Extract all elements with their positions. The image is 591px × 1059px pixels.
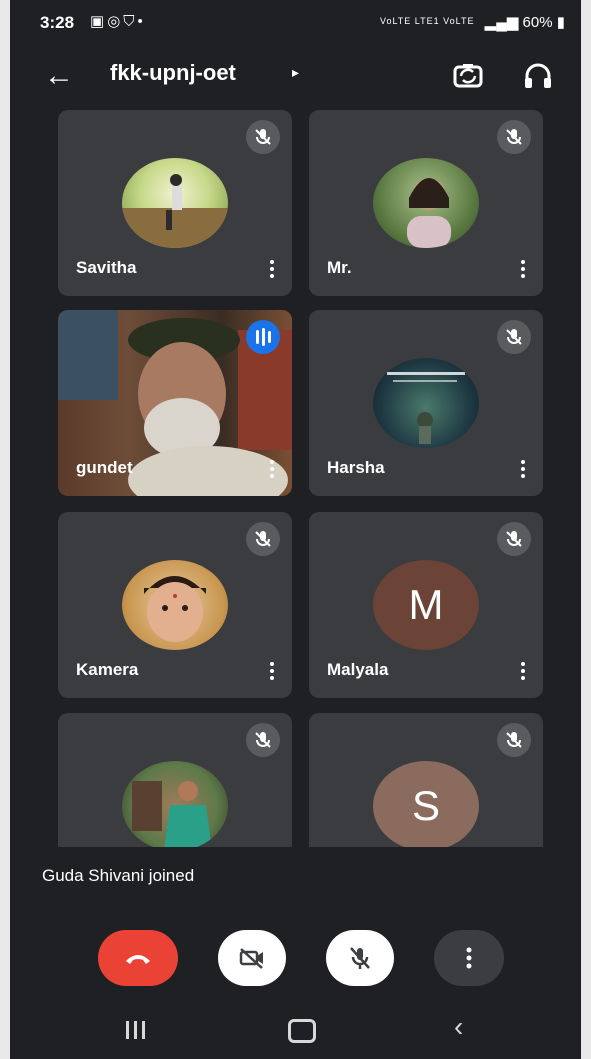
participant-name: gundet	[76, 458, 133, 477]
participant-avatar	[373, 358, 479, 448]
more-vert-icon[interactable]	[266, 258, 278, 282]
more-vert-icon[interactable]	[517, 258, 529, 282]
phone-screen: 3:28 ▣◎⛉• VoLTE LTE1 VoLTE ▂▄▆ 60% ▮ ← f…	[10, 0, 581, 1059]
participant-tile[interactable]: Kamera	[58, 512, 292, 698]
participant-tile[interactable]: Harsha	[309, 310, 543, 496]
participant-tile[interactable]: S	[309, 713, 543, 847]
whatsapp-icon: ◎	[107, 13, 124, 30]
participant-name: Harsha	[327, 458, 385, 477]
back-arrow-icon[interactable]: ←	[44, 56, 84, 96]
more-vert-icon	[466, 947, 472, 969]
end-call-button[interactable]	[98, 930, 178, 986]
shield-icon: ⛉	[123, 13, 138, 30]
participant-name: Savitha	[76, 258, 137, 277]
camera-off-icon	[239, 948, 263, 969]
join-notification: Guda Shivani joined	[42, 866, 195, 885]
participant-tile[interactable]	[58, 713, 292, 847]
network-indicator: VoLTE LTE1 VoLTE	[379, 16, 475, 26]
back-icon[interactable]: ‹	[454, 1011, 463, 1043]
call-controls	[10, 930, 581, 990]
participant-tile[interactable]: M Malyala	[309, 512, 543, 698]
meeting-header: ← fkk-upnj-oet ▸	[10, 46, 581, 106]
more-vert-icon[interactable]	[517, 660, 529, 684]
mic-off-icon	[497, 320, 531, 354]
status-time: 3:28	[40, 13, 75, 32]
status-bar: 3:28 ▣◎⛉• VoLTE LTE1 VoLTE ▂▄▆ 60% ▮	[10, 0, 581, 46]
mic-off-icon	[246, 723, 280, 757]
participant-video-tile[interactable]: gundet	[58, 310, 292, 496]
battery-level: 60%	[522, 14, 553, 31]
participant-tile[interactable]: Mr.	[309, 110, 543, 296]
switch-camera-icon[interactable]	[450, 58, 486, 94]
dot-icon: •	[137, 13, 146, 30]
more-vert-icon[interactable]	[266, 458, 278, 482]
letter-avatar: M	[373, 560, 479, 650]
more-vert-icon[interactable]	[266, 660, 278, 684]
signal-icon: ▂▄▆	[484, 14, 519, 31]
system-navigation-bar: ‹	[10, 1005, 581, 1059]
home-icon[interactable]	[288, 1019, 316, 1043]
mic-off-icon	[497, 723, 531, 757]
participant-avatar	[122, 158, 228, 248]
title-caret-icon[interactable]: ▸	[292, 64, 299, 81]
mic-off-icon	[497, 120, 531, 154]
more-vert-icon[interactable]	[517, 458, 529, 482]
participant-name: Malyala	[327, 660, 389, 679]
status-right: VoLTE LTE1 VoLTE ▂▄▆ 60% ▮	[380, 13, 565, 31]
letter-avatar: S	[373, 761, 479, 847]
headphones-icon[interactable]	[520, 58, 556, 94]
battery-icon: ▮	[556, 14, 565, 31]
microphone-toggle-button[interactable]	[326, 930, 394, 986]
mic-off-icon	[497, 522, 531, 556]
participant-name: Kamera	[76, 660, 139, 679]
recent-apps-icon[interactable]	[122, 1019, 150, 1043]
participant-name: Mr.	[327, 258, 352, 277]
more-options-button[interactable]	[434, 930, 504, 986]
speaking-indicator-icon	[246, 320, 280, 354]
participant-avatar	[122, 761, 228, 847]
notification-icons: ▣◎⛉•	[90, 12, 146, 30]
end-call-icon	[126, 955, 150, 964]
camera-toggle-button[interactable]	[218, 930, 286, 986]
gallery-icon: ▣	[90, 13, 108, 30]
meeting-title[interactable]: fkk-upnj-oet	[110, 60, 236, 86]
participant-avatar	[373, 158, 479, 248]
participant-avatar	[122, 560, 228, 650]
mic-off-icon	[246, 522, 280, 556]
participant-tile[interactable]: Savitha	[58, 110, 292, 296]
mic-off-icon	[246, 120, 280, 154]
mic-off-icon	[350, 947, 370, 969]
